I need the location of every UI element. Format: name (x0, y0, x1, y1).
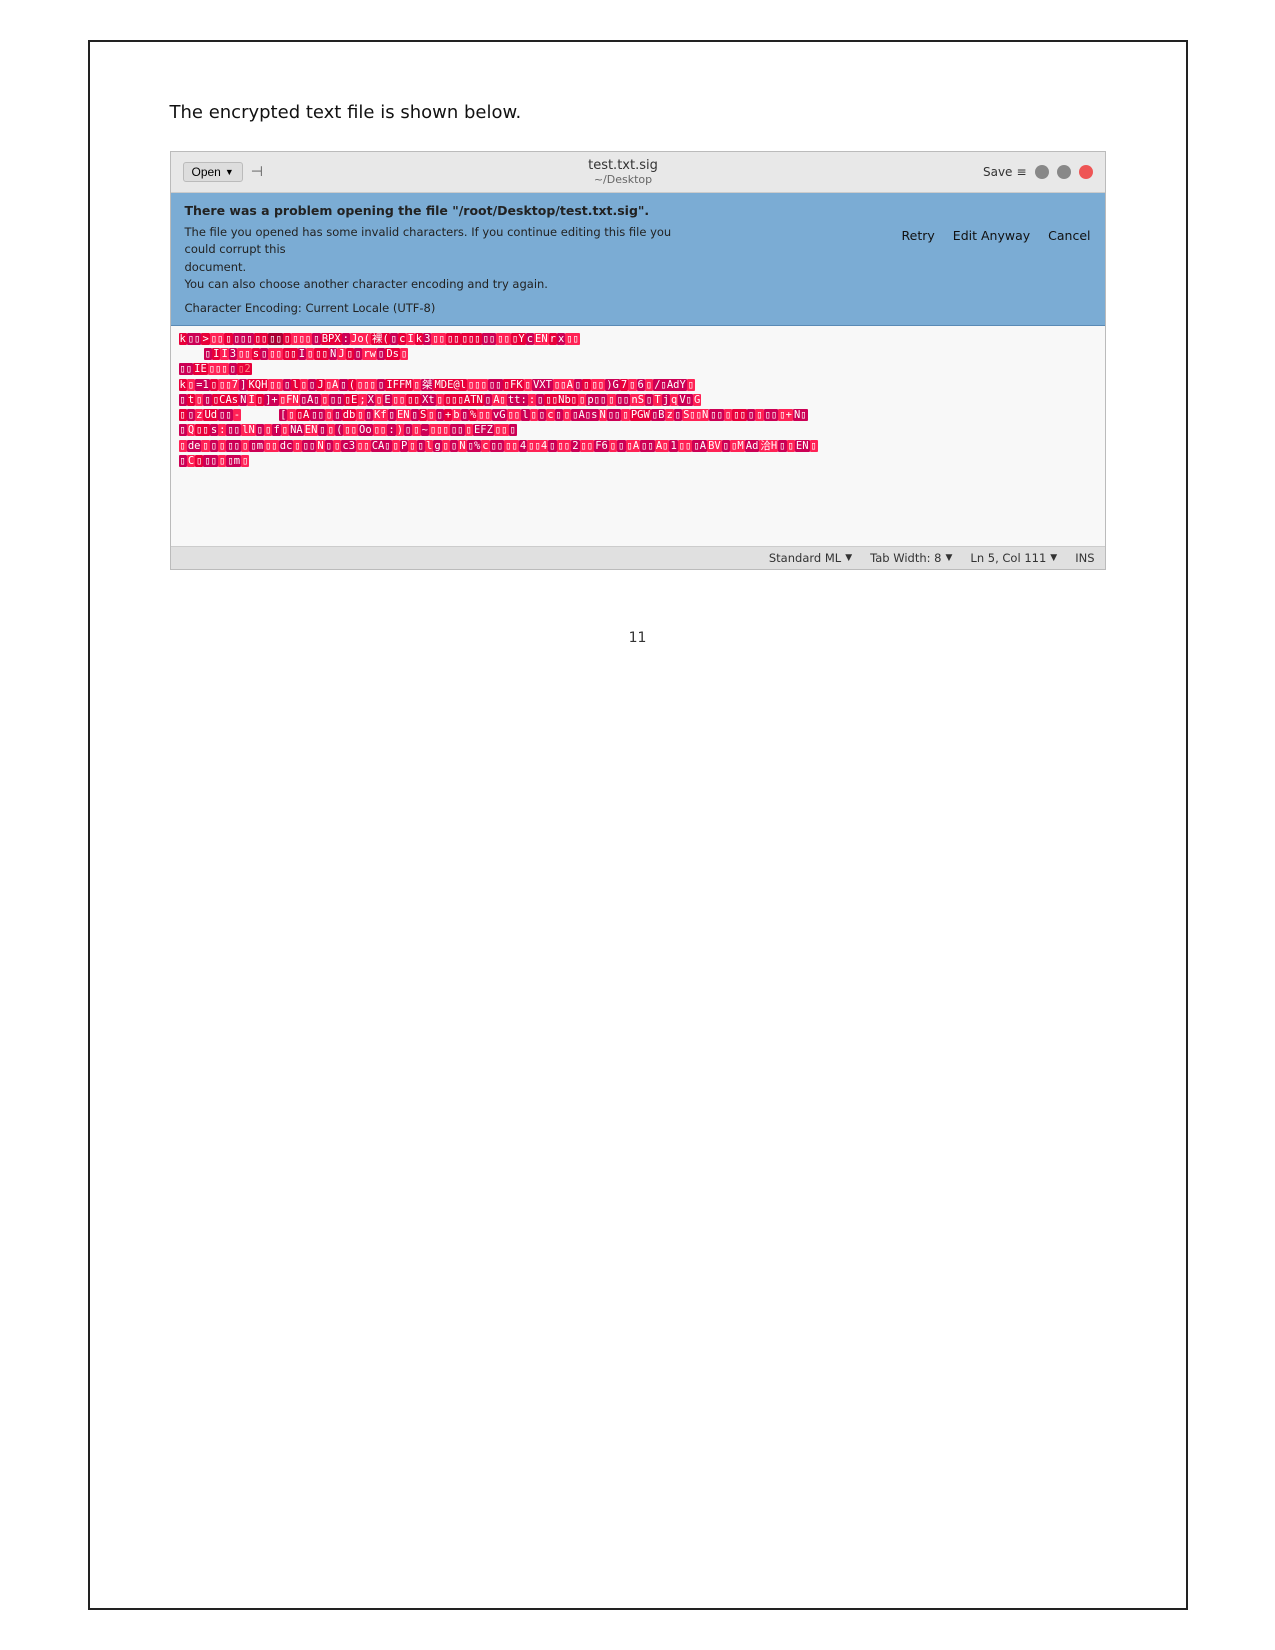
content-line-4: k▯=1▯▯▯7]KQH▯▯▯l▯▯J▯A▯(▯▯▯▯IFFM▯桀MDE@l▯▯… (179, 378, 1097, 393)
open-chevron-icon: ▼ (225, 167, 234, 177)
save-button[interactable]: Save ≡ (983, 165, 1027, 179)
position-chevron-icon: ▼ (1050, 553, 1057, 563)
content-line-7: ▯Q▯▯s:▯▯lN▯▯f▯NAEN▯▯(▯▯Oo▯▯:)▯▯~▯▯▯▯▯▯EF… (179, 423, 1097, 438)
ins-label: INS (1075, 551, 1094, 565)
error-message: The file you opened has some invalid cha… (185, 224, 705, 293)
tab-width-label: Tab Width: 8 (870, 551, 941, 565)
intro-text: The encrypted text file is shown below. (170, 102, 1106, 123)
maximize-button[interactable] (1057, 165, 1071, 179)
title-bar-left: Open ▼ ⊣ (183, 162, 263, 182)
language-selector[interactable]: Standard ML ▼ (769, 551, 852, 565)
tab-width-chevron-icon: ▼ (946, 553, 953, 563)
open-label: Open (192, 165, 221, 179)
cursor-position: Ln 5, Col 111 ▼ (970, 551, 1057, 565)
position-label: Ln 5, Col 111 (970, 551, 1046, 565)
content-line-2: ▯II3▯▯s▯▯▯▯▯I▯▯▯NJ▯▯rw▯Ds▯ (179, 347, 1097, 362)
cancel-button[interactable]: Cancel (1048, 228, 1090, 243)
language-chevron-icon: ▼ (845, 553, 852, 563)
error-body: The file you opened has some invalid cha… (185, 224, 1091, 293)
editor-window: Open ▼ ⊣ test.txt.sig ~/Desktop Save ≡ (170, 151, 1106, 570)
title-bar-center: test.txt.sig ~/Desktop (263, 158, 983, 186)
encoding-label: Character Encoding: (185, 301, 302, 315)
tab-width-selector[interactable]: Tab Width: 8 ▼ (870, 551, 952, 565)
edit-anyway-button[interactable]: Edit Anyway (953, 228, 1030, 243)
error-banner: There was a problem opening the file "/r… (171, 193, 1105, 326)
error-line1: The file you opened has some invalid cha… (185, 225, 672, 256)
content-area[interactable]: k▯▯>▯▯▯▯▯▯▯▯▯▯▯▯▯▯▯BPX:Jo(裸(▯cIk3▯▯▯▯▯▯▯… (171, 326, 1105, 546)
filepath: ~/Desktop (263, 173, 983, 186)
title-bar: Open ▼ ⊣ test.txt.sig ~/Desktop Save ≡ (171, 152, 1105, 193)
save-label: Save (983, 165, 1012, 179)
page-number: 11 (170, 630, 1106, 646)
open-button[interactable]: Open ▼ (183, 162, 243, 182)
pin-icon: ⊣ (251, 164, 263, 180)
language-label: Standard ML (769, 551, 841, 565)
content-line-8: ▯de▯▯▯▯▯▯▯m▯▯dc▯▯▯N▯▯c3▯▯CA▯▯P▯▯lg▯▯N▯%c… (179, 439, 1097, 454)
error-line2: document. (185, 260, 247, 274)
error-title: There was a problem opening the file "/r… (185, 203, 1091, 218)
minimize-button[interactable] (1035, 165, 1049, 179)
filename: test.txt.sig (263, 158, 983, 173)
error-buttons: Retry Edit Anyway Cancel (902, 228, 1091, 243)
error-line3: You can also choose another character en… (185, 277, 548, 291)
close-button[interactable] (1079, 165, 1093, 179)
content-line-5: ▯t▯▯▯CAsNI▯]+▯FN▯A▯▯▯▯▯E;X▯E▯▯▯▯Xt▯▯▯▯AT… (179, 393, 1097, 408)
content-line-9: ▯C▯▯▯▯▯m▯ (179, 454, 1097, 469)
content-line-6: ▯▯zUd▯▯- [▯▯A▯▯▯▯db▯▯Kf▯EN▯S▯▯+b▯%▯▯vG▯▯… (179, 408, 1097, 423)
retry-button[interactable]: Retry (902, 228, 935, 243)
save-menu-icon: ≡ (1016, 165, 1026, 179)
encoding-value: Current Locale (UTF-8) (305, 301, 435, 315)
insert-mode: INS (1075, 551, 1094, 565)
error-encoding: Character Encoding: Current Locale (UTF-… (185, 301, 1091, 315)
title-bar-right: Save ≡ (983, 165, 1093, 179)
status-bar: Standard ML ▼ Tab Width: 8 ▼ Ln 5, Col 1… (171, 546, 1105, 569)
page: The encrypted text file is shown below. … (88, 40, 1188, 1610)
content-line-1: k▯▯>▯▯▯▯▯▯▯▯▯▯▯▯▯▯▯BPX:Jo(裸(▯cIk3▯▯▯▯▯▯▯… (179, 332, 1097, 347)
content-line-3: ▯▯IE▯▯▯▯▯2 (179, 362, 1097, 377)
